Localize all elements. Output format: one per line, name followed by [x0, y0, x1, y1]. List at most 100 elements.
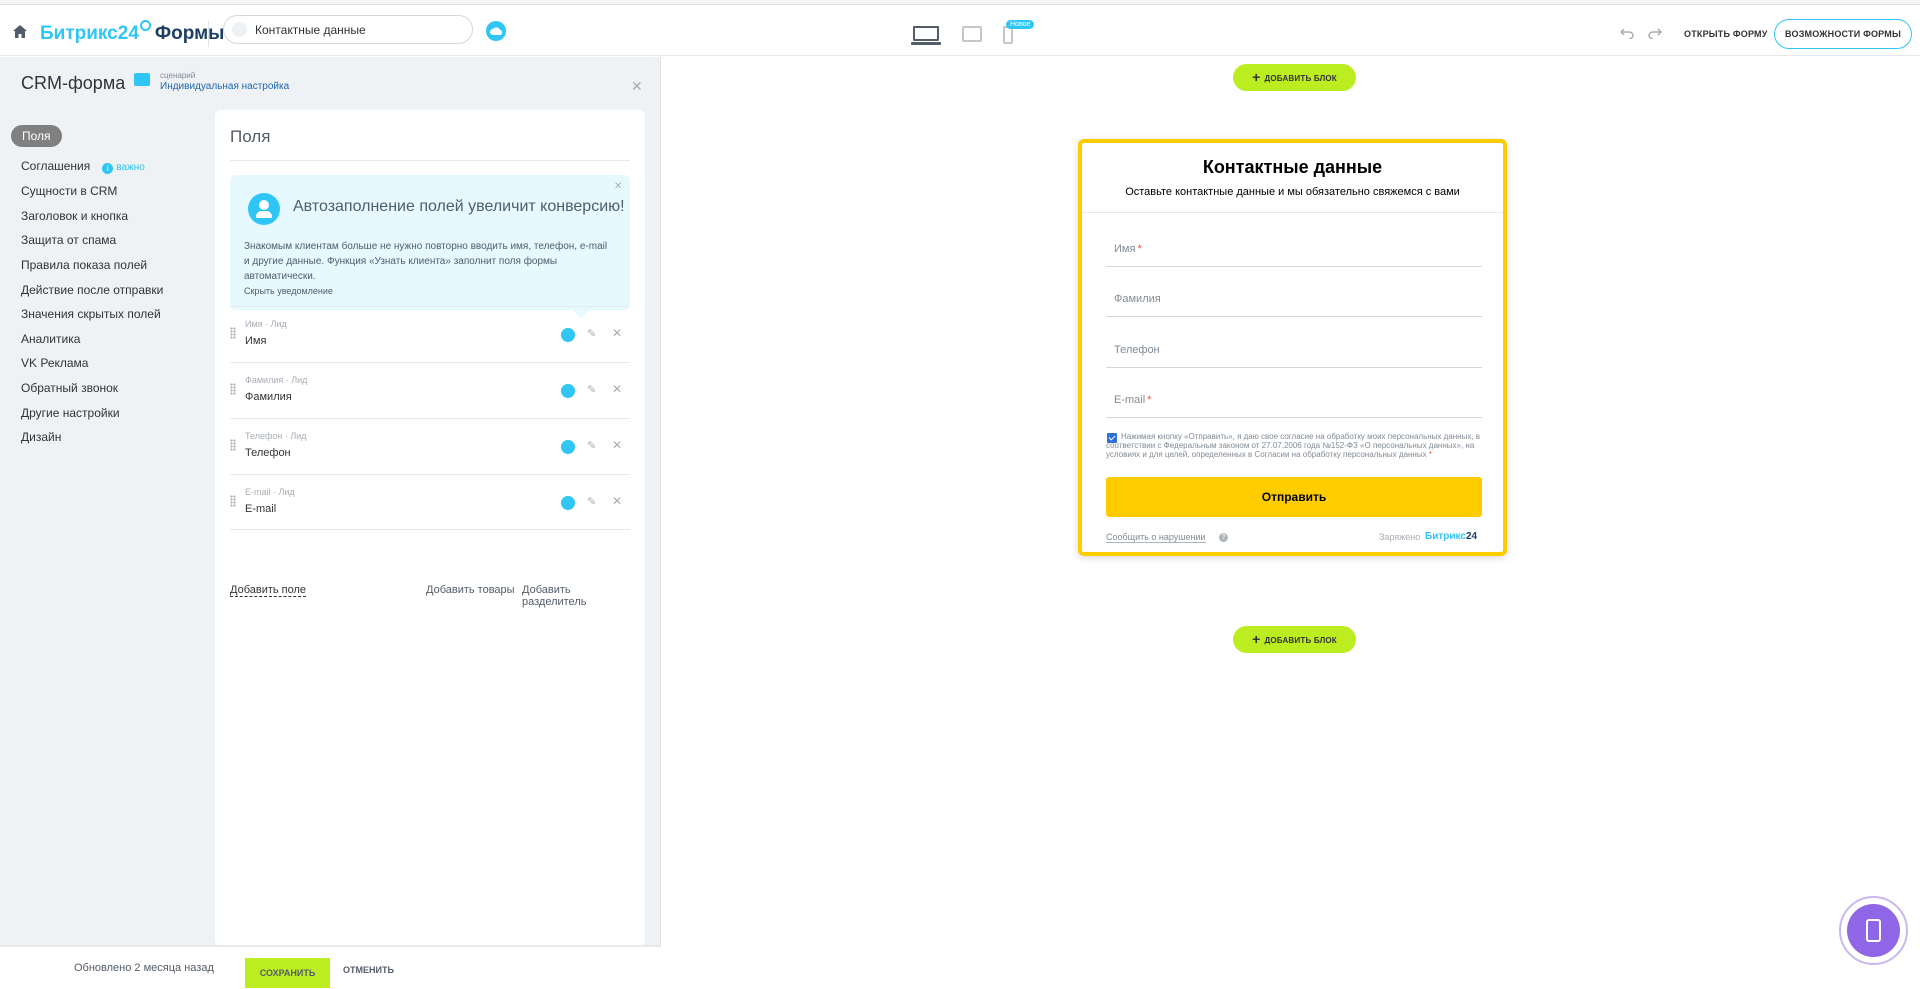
app-logo[interactable]: Битрикс24 Формы	[40, 20, 224, 45]
scenario-icon	[134, 73, 150, 86]
settings-panel: CRM-форма сценарий Индивидуальная настро…	[0, 57, 660, 989]
drag-icon[interactable]	[230, 383, 236, 395]
add-block-button-top[interactable]: + ДОБАВИТЬ БЛОК	[1233, 64, 1356, 91]
open-form-link[interactable]: ОТКРЫТЬ ФОРМУ	[1684, 29, 1768, 39]
submit-button[interactable]: Отправить	[1106, 477, 1482, 517]
nav-item-field-rules[interactable]: Правила показа полей	[21, 258, 147, 272]
field-source: Телефон · Лид	[245, 431, 307, 441]
field-row[interactable]: Фамилия · Лид Фамилия ✎ ✕	[230, 362, 630, 418]
nav-item-spam-protection[interactable]: Защита от спама	[21, 233, 116, 247]
first-name-field[interactable]: Имя *	[1106, 225, 1482, 267]
panel-divider	[660, 57, 661, 989]
pencil-icon[interactable]: ✎	[587, 327, 596, 340]
plus-icon: +	[1252, 69, 1261, 85]
field-row[interactable]: Телефон · Лид Телефон ✎ ✕	[230, 418, 630, 474]
cloud-icon[interactable]	[486, 21, 506, 41]
nav-item-vk-ads[interactable]: VK Реклама	[21, 356, 88, 370]
delete-icon[interactable]: ✕	[612, 326, 622, 340]
undo-icon[interactable]	[1620, 27, 1634, 39]
clock-icon	[139, 20, 151, 31]
user-icon[interactable]	[561, 496, 575, 510]
brand-logo[interactable]: Битрикс24	[1425, 531, 1477, 542]
hint-title: Автозаполнение полей увеличит конверсию!	[293, 198, 625, 215]
phone-icon	[1866, 919, 1881, 942]
hint-text: Знакомым клиентам больше не нужно повтор…	[244, 241, 608, 282]
user-icon[interactable]	[561, 440, 575, 454]
plus-icon: +	[1252, 631, 1261, 647]
home-icon[interactable]	[13, 25, 27, 38]
fields-card-title: Поля	[230, 127, 271, 146]
user-icon[interactable]	[561, 328, 575, 342]
nav-item-agreements[interactable]: Соглашения i важно	[21, 159, 145, 174]
pencil-icon[interactable]: ✎	[587, 439, 596, 452]
autofill-hint: Автозаполнение полей увеличит конверсию!…	[230, 175, 630, 318]
field-label: Телефон	[1114, 344, 1160, 356]
nav-item-hidden-values[interactable]: Значения скрытых полей	[21, 307, 161, 321]
field-name: Телефон	[245, 447, 291, 459]
field-source: E-mail · Лид	[245, 487, 295, 497]
form-header-divider	[1082, 212, 1503, 213]
logo-product: Формы	[154, 23, 225, 44]
tablet-icon[interactable]	[962, 26, 982, 42]
nav-item-fields[interactable]: Поля	[11, 125, 62, 147]
add-goods-link[interactable]: Добавить товары	[426, 584, 515, 596]
important-badge: i важно	[102, 162, 145, 174]
phone-field[interactable]: Телефон	[1106, 326, 1482, 368]
desktop-icon[interactable]	[911, 26, 941, 45]
field-source: Фамилия · Лид	[245, 375, 308, 385]
field-name: E-mail	[245, 503, 277, 515]
form-features-button[interactable]: ВОЗМОЖНОСТИ ФОРМЫ	[1774, 19, 1912, 49]
delete-icon[interactable]: ✕	[612, 382, 622, 396]
add-block-label: ДОБАВИТЬ БЛОК	[1264, 636, 1337, 645]
nav-item-crm-entities[interactable]: Сущности в CRM	[21, 184, 117, 198]
pencil-icon[interactable]: ✎	[587, 383, 596, 396]
field-label: Имя *	[1114, 243, 1142, 255]
card-divider	[230, 160, 630, 161]
form-icon	[232, 22, 247, 37]
form-preview: Контактные данные Оставьте контактные да…	[1078, 139, 1507, 556]
form-title: Контактные данные	[1202, 157, 1383, 177]
nav-item-callback[interactable]: Обратный звонок	[21, 381, 118, 395]
pencil-icon[interactable]: ✎	[587, 495, 596, 508]
add-field-link[interactable]: Добавить поле	[230, 584, 307, 597]
hide-hint-link[interactable]: Скрыть уведомление	[244, 286, 333, 296]
close-icon[interactable]: ✕	[631, 78, 643, 95]
hint-close-icon[interactable]: ✕	[614, 181, 622, 192]
nav-item-design[interactable]: Дизайн	[21, 430, 61, 444]
new-badge: Новое	[1006, 20, 1035, 29]
last-name-field[interactable]: Фамилия	[1106, 275, 1482, 317]
drag-icon[interactable]	[230, 327, 236, 339]
header-divider	[208, 21, 209, 47]
field-row[interactable]: Имя · Лид Имя ✎ ✕	[230, 306, 630, 362]
drag-icon[interactable]	[230, 495, 236, 507]
nav-item-after-submit[interactable]: Действие после отправки	[21, 283, 163, 297]
field-source: Имя · Лид	[245, 319, 287, 329]
field-label: Фамилия	[1114, 293, 1161, 305]
field-name: Имя	[245, 335, 267, 347]
question-icon[interactable]: ?	[1219, 533, 1228, 542]
nav-item-analytics[interactable]: Аналитика	[21, 332, 80, 346]
nav-item-other-settings[interactable]: Другие настройки	[21, 406, 120, 420]
panel-title: CRM-форма	[21, 73, 126, 93]
report-violation-link[interactable]: Сообщить о нарушении	[1106, 532, 1206, 543]
scenario-label: сценарий	[160, 71, 196, 80]
logo-number: 24	[117, 23, 139, 44]
info-icon: i	[102, 163, 114, 174]
add-block-button-bottom[interactable]: + ДОБАВИТЬ БЛОК	[1233, 626, 1356, 653]
nav-item-header-button[interactable]: Заголовок и кнопка	[21, 209, 128, 223]
add-separator-link[interactable]: Добавить разделитель	[522, 584, 630, 608]
cancel-button[interactable]: ОТМЕНИТЬ	[343, 965, 394, 975]
add-block-label: ДОБАВИТЬ БЛОК	[1264, 74, 1337, 83]
email-field[interactable]: E-mail *	[1106, 376, 1482, 418]
form-name-input[interactable]: Контактные данные	[223, 15, 473, 44]
save-button[interactable]: СОХРАНИТЬ	[245, 958, 330, 988]
charged-label: Заряжено	[1379, 532, 1421, 542]
delete-icon[interactable]: ✕	[612, 494, 622, 508]
field-row[interactable]: E-mail · Лид E-mail ✎ ✕	[230, 474, 630, 530]
drag-icon[interactable]	[230, 439, 236, 451]
delete-icon[interactable]: ✕	[612, 438, 622, 452]
redo-icon[interactable]	[1648, 27, 1662, 39]
user-icon[interactable]	[561, 384, 575, 398]
mobile-preview-widget[interactable]	[1839, 896, 1908, 965]
scenario-link[interactable]: Индивидуальная настройка	[160, 81, 289, 92]
